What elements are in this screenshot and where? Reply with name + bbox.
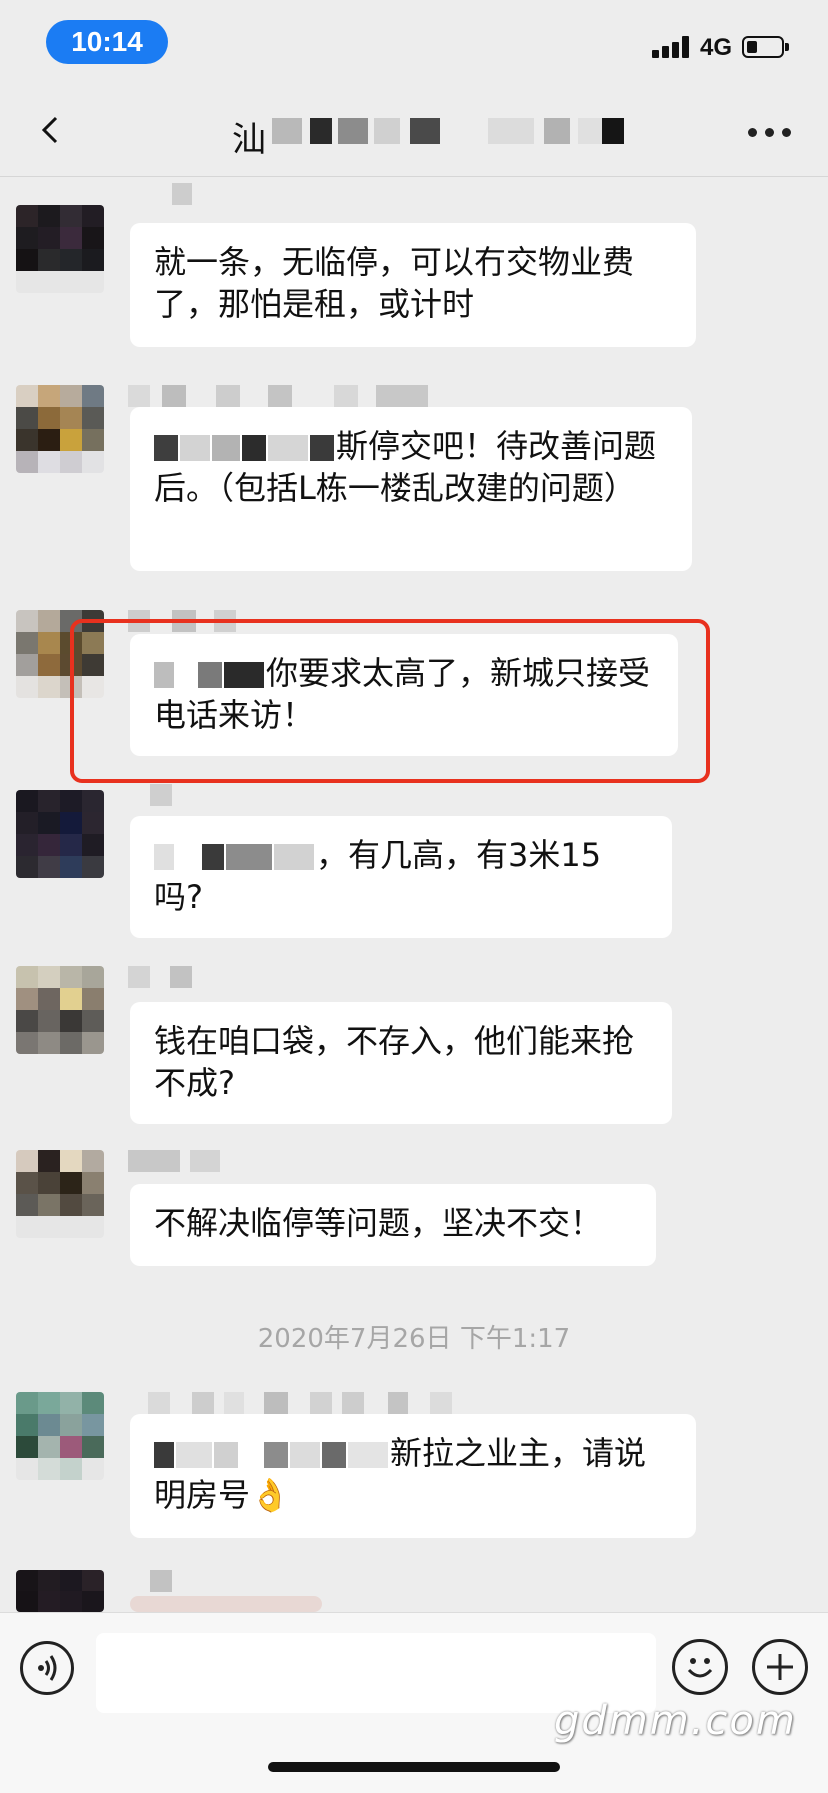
sender-name — [128, 784, 428, 808]
battery-icon — [742, 36, 789, 58]
smiley-icon — [687, 1658, 713, 1678]
message-bubble[interactable]: 钱在咱口袋，不存入，他们能来抢不成? — [130, 1002, 672, 1124]
avatar[interactable] — [16, 790, 104, 878]
sender-name — [128, 1392, 452, 1416]
avatar[interactable] — [16, 1150, 104, 1238]
message-bubble[interactable]: ，有几高，有3米15吗? — [130, 816, 672, 938]
sender-name — [128, 1150, 428, 1174]
home-indicator[interactable] — [268, 1762, 560, 1772]
sender-name — [128, 183, 428, 207]
avatar[interactable] — [16, 1570, 104, 1612]
message-bubble[interactable]: 斯停交吧！待改善问题后。（包括L栋一楼乱改建的问题） — [130, 407, 692, 571]
watermark: gdmm.com — [554, 1698, 797, 1744]
chat-header: 汕 — [0, 90, 828, 177]
redacted-title — [262, 112, 662, 152]
signal-icon — [652, 36, 696, 58]
emoji-button[interactable] — [672, 1639, 728, 1695]
sender-name — [128, 966, 428, 990]
avatar[interactable] — [16, 385, 104, 473]
avatar[interactable] — [16, 205, 104, 293]
status-time[interactable]: 10:14 — [46, 20, 168, 64]
message-timestamp: 2020年7月26日 下午1:17 — [257, 1324, 571, 1354]
message-bubble[interactable]: 新拉之业主，请说明房号👌 — [130, 1414, 696, 1538]
highlight-annotation — [70, 619, 710, 783]
plus-icon — [767, 1654, 793, 1680]
back-arrow-icon[interactable] — [32, 110, 72, 150]
more-options-icon[interactable] — [748, 128, 792, 138]
more-actions-button[interactable] — [752, 1639, 808, 1695]
avatar[interactable] — [16, 1392, 104, 1480]
voice-icon — [38, 1655, 57, 1681]
message-bubble[interactable]: 就一条，无临停，可以冇交物业费了，那怕是租，或计时 — [130, 223, 696, 347]
message-bubble[interactable]: 不解决临停等问题，坚决不交！ — [130, 1184, 656, 1266]
sender-name — [128, 385, 428, 409]
voice-input-button[interactable] — [20, 1641, 74, 1695]
avatar[interactable] — [16, 966, 104, 1054]
sender-name — [128, 1570, 428, 1594]
message-bubble-partial[interactable] — [130, 1596, 322, 1612]
status-bar: 10:14 4G — [0, 0, 828, 90]
network-label: 4G — [700, 34, 733, 61]
